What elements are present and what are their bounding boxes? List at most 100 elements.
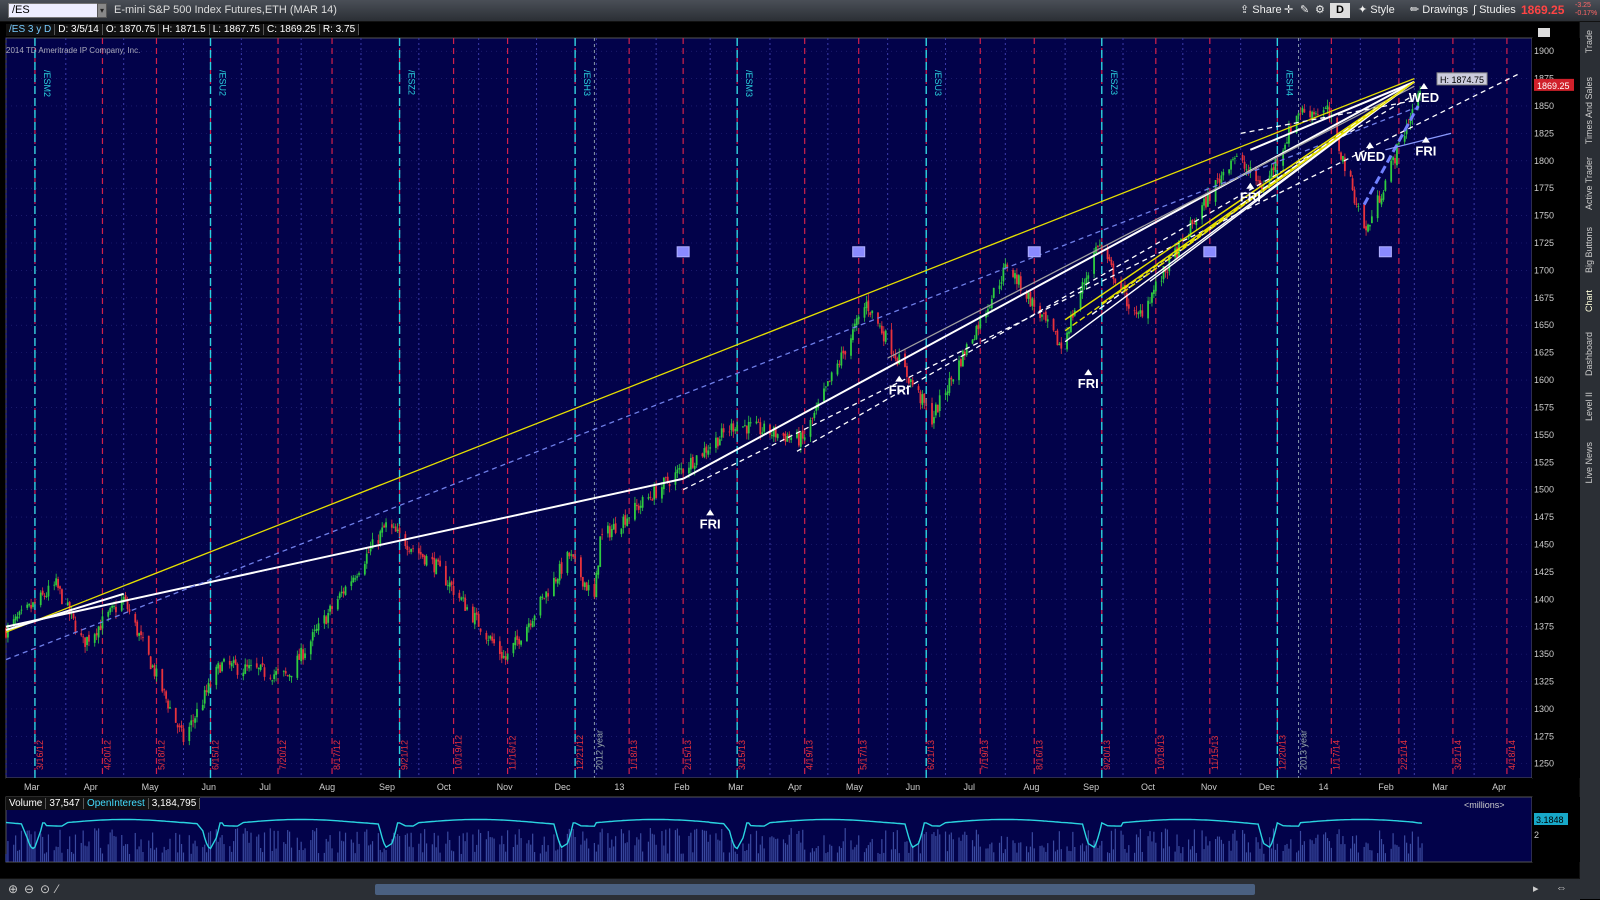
y-tick-label: 1450 xyxy=(1534,539,1554,549)
x-tick-label: Apr xyxy=(788,782,802,792)
y-tick-label: 1800 xyxy=(1534,156,1554,166)
candle-body xyxy=(491,636,494,641)
candle-body xyxy=(545,591,548,598)
zoom-reset-icon[interactable]: ⊙ xyxy=(40,882,50,896)
candle-body xyxy=(392,526,395,528)
draw-line-icon[interactable]: ⁄ xyxy=(56,882,58,896)
candle-body xyxy=(1390,160,1393,182)
candle-body xyxy=(97,626,100,638)
candle-body xyxy=(136,621,139,636)
side-tab-trade[interactable]: Trade xyxy=(1584,30,1594,53)
candle-body xyxy=(1234,157,1236,159)
candle-body xyxy=(730,423,733,431)
horizontal-scrollbar[interactable] xyxy=(375,884,1255,895)
candle-body xyxy=(769,424,771,435)
y-tick-label: 1350 xyxy=(1534,649,1554,659)
y-tick-label: 1825 xyxy=(1534,128,1554,138)
legend-study: /ES 3 y D xyxy=(6,24,56,35)
option-date-label: 11/16/12 xyxy=(508,736,518,770)
side-tab-live-news[interactable]: Live News xyxy=(1584,442,1594,484)
candle-body xyxy=(340,591,343,594)
candle-body xyxy=(745,425,748,434)
zoom-in-icon[interactable]: ⊕ xyxy=(8,882,18,896)
candle-body xyxy=(1098,244,1101,246)
year-label: 2013 year xyxy=(1299,730,1309,770)
legend-open: O: 1870.75 xyxy=(102,24,160,35)
candle-body xyxy=(257,667,260,670)
price-chart[interactable]: Mar Apr May Jun Jul Aug Sep Oct Nov Dec 13 Feb Mar Ap… xyxy=(0,0,1580,878)
candle-body xyxy=(385,522,387,528)
contract-label: /ESM2 xyxy=(42,70,52,97)
candle-body xyxy=(390,524,393,528)
candle-body xyxy=(634,502,636,520)
y-tick-label: 1300 xyxy=(1534,704,1554,714)
candle-body xyxy=(290,675,293,678)
candle-body xyxy=(734,429,737,431)
legend-high: H: 1871.5 xyxy=(159,24,210,35)
blue-marker xyxy=(1203,246,1217,258)
candle-body xyxy=(1232,158,1234,160)
zoom-out-icon[interactable]: ⊖ xyxy=(24,882,34,896)
candle-body xyxy=(439,560,441,567)
candle-body xyxy=(338,593,341,599)
candle-body xyxy=(720,428,723,438)
candle-body xyxy=(620,528,623,535)
candle-body xyxy=(466,607,468,610)
candle-body xyxy=(410,548,413,552)
candle-body xyxy=(1274,159,1277,172)
candle-body xyxy=(689,458,692,470)
candle-body xyxy=(28,604,31,606)
candle-body xyxy=(693,465,696,469)
candle-body xyxy=(904,353,906,368)
expand-icon[interactable]: ⇔ xyxy=(1556,882,1567,894)
candle-body xyxy=(1029,292,1032,307)
candle-body xyxy=(34,602,36,604)
candle-body xyxy=(716,437,719,447)
side-tab-big-buttons[interactable]: Big Buttons xyxy=(1584,227,1594,273)
candle-body xyxy=(1355,203,1358,205)
side-tab-chart[interactable]: Chart xyxy=(1584,290,1594,312)
candle-body xyxy=(365,553,368,564)
y-tick-label: 1250 xyxy=(1534,759,1554,769)
x-tick-label: Nov xyxy=(497,782,514,792)
candle-body xyxy=(458,592,461,599)
candle-body xyxy=(1322,110,1325,113)
candle-body xyxy=(188,726,191,741)
candle-body xyxy=(1222,171,1225,176)
candle-body xyxy=(637,505,640,510)
oi-value-label: 3.1848 xyxy=(1536,815,1564,825)
candle-body xyxy=(1154,281,1157,292)
candle-body xyxy=(1216,178,1219,180)
candle-body xyxy=(1058,343,1061,346)
candle-body xyxy=(86,636,88,646)
candle-body xyxy=(126,601,129,610)
candle-body xyxy=(1365,226,1367,231)
candle-body xyxy=(574,556,577,559)
scroll-right-icon[interactable]: ▸ xyxy=(1533,882,1539,895)
high-label: H: 1874.75 xyxy=(1440,75,1484,85)
candle-body xyxy=(1384,180,1387,191)
candle-body xyxy=(1403,135,1406,142)
side-tab-active-trader[interactable]: Active Trader xyxy=(1584,157,1594,210)
candle-body xyxy=(580,557,582,578)
candle-body xyxy=(1014,273,1016,279)
candle-body xyxy=(869,312,872,315)
candle-body xyxy=(558,564,561,581)
candle-body xyxy=(53,584,56,586)
x-tick-label: Oct xyxy=(437,782,452,792)
candle-body xyxy=(1133,310,1136,312)
side-tab-dashboard[interactable]: Dashboard xyxy=(1584,332,1594,376)
side-tab-times-and-sales[interactable]: Times And Sales xyxy=(1584,77,1594,144)
candle-body xyxy=(809,420,812,437)
candle-body xyxy=(336,599,339,610)
x-tick-label: Mar xyxy=(1432,782,1448,792)
candle-body xyxy=(1205,196,1207,208)
candle-body xyxy=(32,602,34,607)
candle-body xyxy=(325,616,328,625)
x-tick-label: Feb xyxy=(1378,782,1394,792)
candle-body xyxy=(701,453,704,457)
candle-body xyxy=(223,658,225,662)
contract-label: /ESM3 xyxy=(744,70,754,97)
x-tick-label: Apr xyxy=(1492,782,1506,792)
side-tab-level-ii[interactable]: Level II xyxy=(1584,392,1594,421)
